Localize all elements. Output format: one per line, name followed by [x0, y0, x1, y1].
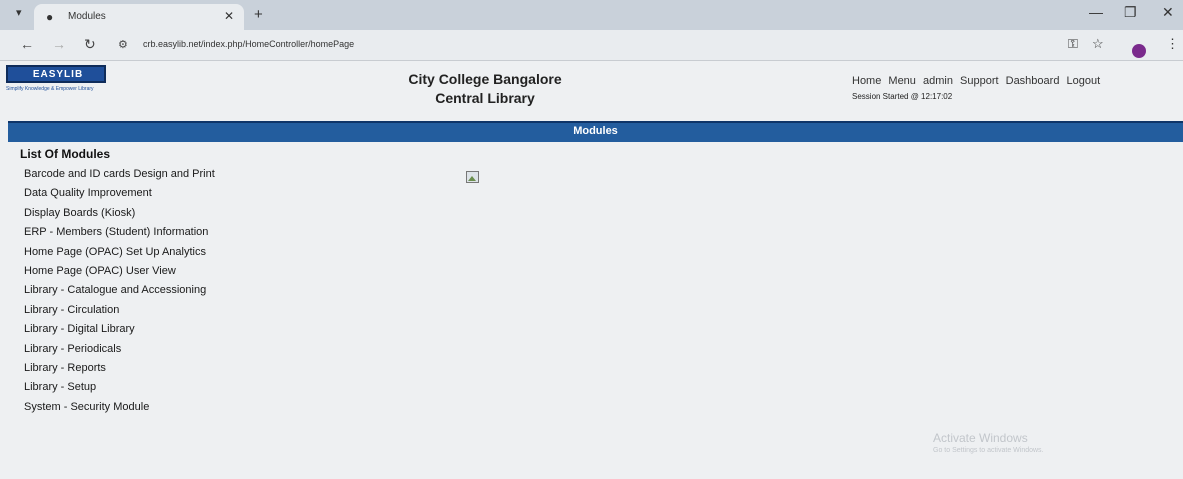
globe-icon: ● — [46, 10, 54, 24]
module-list: Barcode and ID cards Design and Print Da… — [24, 165, 215, 417]
module-link-data-quality[interactable]: Data Quality Improvement — [24, 184, 215, 203]
band-title: Modules — [573, 125, 618, 137]
nav-link-menu[interactable]: Menu — [888, 75, 916, 87]
nav-link-logout[interactable]: Logout — [1067, 75, 1101, 87]
nav-link-support[interactable]: Support — [960, 75, 999, 87]
college-title: City College Bangalore Central Library — [360, 70, 610, 108]
module-link-setup[interactable]: Library - Setup — [24, 378, 215, 397]
minimize-icon[interactable]: — — [1089, 4, 1103, 20]
easylib-logo[interactable]: EASYLIB Simplify Knowledge & Empower Lib… — [6, 65, 106, 95]
chevron-down-icon[interactable]: ▾ — [16, 6, 22, 19]
tab-close-icon[interactable]: ✕ — [224, 9, 234, 23]
back-arrow-icon[interactable]: ← — [20, 36, 34, 52]
module-link-barcode[interactable]: Barcode and ID cards Design and Print — [24, 165, 215, 184]
module-link-catalogue[interactable]: Library - Catalogue and Accessioning — [24, 281, 215, 300]
maximize-icon[interactable]: ❐ — [1124, 4, 1137, 21]
key-icon[interactable]: ⚿ — [1068, 36, 1078, 52]
module-link-display-boards[interactable]: Display Boards (Kiosk) — [24, 204, 215, 223]
address-bar[interactable]: crb.easylib.net/index.php/HomeController… — [143, 39, 354, 49]
logo-box: EASYLIB — [6, 65, 106, 83]
module-link-opac-analytics[interactable]: Home Page (OPAC) Set Up Analytics — [24, 243, 215, 262]
page-content: EASYLIB Simplify Knowledge & Empower Lib… — [0, 61, 1183, 479]
module-link-periodicals[interactable]: Library - Periodicals — [24, 340, 215, 359]
logo-tagline: Simplify Knowledge & Empower Library — [6, 86, 94, 92]
list-heading: List Of Modules — [20, 147, 110, 161]
nav-link-home[interactable]: Home — [852, 75, 881, 87]
module-link-security[interactable]: System - Security Module — [24, 398, 215, 417]
watermark-title: Activate Windows — [933, 431, 1028, 445]
modules-band: Modules — [8, 121, 1183, 142]
browser-toolbar: ← → ↻ ⚙ crb.easylib.net/index.php/HomeCo… — [0, 30, 1183, 61]
module-link-digital-library[interactable]: Library - Digital Library — [24, 320, 215, 339]
avatar[interactable] — [1132, 44, 1146, 58]
more-vert-icon[interactable]: ⋮ — [1166, 36, 1179, 52]
reload-icon[interactable]: ↻ — [84, 36, 96, 53]
watermark-subtitle: Go to Settings to activate Windows. — [933, 447, 1044, 454]
forward-arrow-icon[interactable]: → — [52, 36, 66, 52]
tune-icon[interactable]: ⚙ — [118, 38, 128, 51]
star-icon[interactable]: ☆ — [1092, 36, 1104, 52]
tab-title: Modules — [68, 11, 106, 22]
browser-tab-strip: ▾ ● Modules ✕ + — ❐ ✕ — [0, 0, 1183, 30]
logo-text: EASYLIB — [32, 69, 84, 80]
library-name: Central Library — [435, 90, 535, 106]
module-link-opac-user-view[interactable]: Home Page (OPAC) User View — [24, 262, 215, 281]
module-link-circulation[interactable]: Library - Circulation — [24, 301, 215, 320]
window-close-icon[interactable]: ✕ — [1162, 4, 1174, 21]
broken-image-icon — [466, 171, 479, 183]
plus-icon[interactable]: + — [254, 6, 263, 23]
session-info: Session Started @ 12:17:02 — [852, 92, 953, 101]
browser-tab[interactable]: ● Modules ✕ — [34, 4, 244, 30]
top-nav-links: Home Menu admin Support Dashboard Logout — [852, 75, 1104, 87]
module-link-erp-members[interactable]: ERP - Members (Student) Information — [24, 223, 215, 242]
nav-link-dashboard[interactable]: Dashboard — [1006, 75, 1060, 87]
module-link-reports[interactable]: Library - Reports — [24, 359, 215, 378]
windows-activation-watermark: Activate Windows Go to Settings to activ… — [933, 431, 1044, 454]
college-name: City College Bangalore — [408, 71, 562, 87]
nav-link-user[interactable]: admin — [923, 75, 953, 87]
